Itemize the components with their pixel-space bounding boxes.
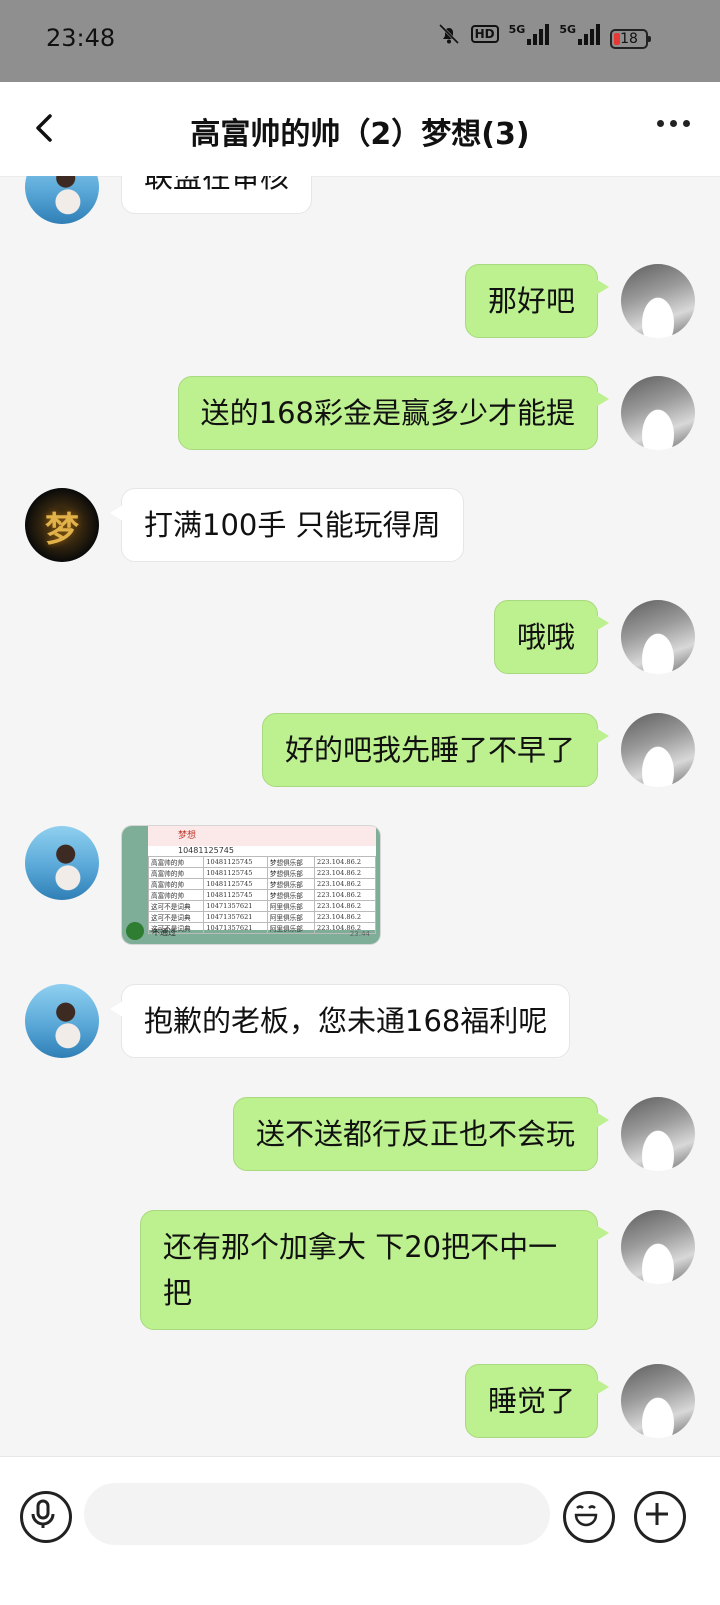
message-text: 哦哦: [516, 620, 575, 654]
screenshot-table-row: 这可不是词典 10471357621 阿里俱乐部 223.104.86.2: [147, 900, 376, 912]
message-bubble[interactable]: 送不送都行反正也不会玩: [232, 1097, 610, 1171]
screenshot-table-row: 高富帅的帅 10481125745 梦想俱乐部 223.104.86.2: [147, 878, 376, 890]
screenshot-header: 梦想: [148, 826, 376, 846]
message-text: 联盟在审核: [144, 176, 290, 194]
message-bubble[interactable]: 抱歉的老板，您未通168福利呢: [109, 984, 571, 1058]
screenshot-table-row: 高富帅的帅 10481125745 梦想俱乐部 223.104.86.2: [147, 856, 376, 868]
screenshot-table-cell: 223.104.86.2: [314, 878, 376, 890]
avatar[interactable]: [25, 984, 99, 1058]
screenshot-table-cell: 10471357621: [203, 922, 268, 934]
message-bubble[interactable]: 送的168彩金是赢多少才能提: [177, 376, 610, 450]
network-type-1: 5G: [508, 23, 526, 36]
screenshot-table-row: 这可不是词典 10471357621 阿里俱乐部 223.104.86.2: [147, 911, 376, 923]
avatar[interactable]: [621, 1364, 695, 1438]
signal-icon-2: [578, 23, 600, 45]
screenshot-table-cell: 10481125745: [203, 856, 268, 868]
screenshot-table-cell: 高富帅的帅: [147, 889, 205, 901]
screenshot-table-cell: 梦想俱乐部: [266, 889, 316, 901]
screenshot-table-cell: 10471357621: [203, 900, 268, 912]
screenshot-table-cell: 高富帅的帅: [147, 878, 205, 890]
message-text: 抱歉的老板，您未通168福利呢: [144, 1004, 548, 1038]
message-bubble[interactable]: 那好吧: [464, 264, 610, 338]
screenshot-table-cell: 阿里俱乐部: [266, 922, 316, 934]
screenshot-table-row: 高富帅的帅 10481125745 梦想俱乐部 223.104.86.2: [147, 867, 376, 879]
status-bar: 23:48 HD 5G 5G 18: [0, 0, 720, 82]
message-bubble[interactable]: 哦哦: [493, 600, 610, 674]
screenshot-id: 10481125745: [178, 846, 234, 855]
microphone-icon[interactable]: [20, 1491, 72, 1543]
avatar[interactable]: [621, 264, 695, 338]
screenshot-table-cell: 223.104.86.2: [314, 900, 376, 912]
more-dots-icon[interactable]: [657, 120, 690, 127]
chat-title: 高富帅的帅（2）梦想(3): [190, 117, 530, 152]
screenshot-table-cell: 223.104.86.2: [314, 911, 376, 923]
screenshot-table-row: 这可不是词典 10471357621 阿里俱乐部 223.104.86.2: [147, 922, 376, 934]
network-type-2: 5G: [559, 23, 576, 36]
screenshot-time: 23:44: [349, 930, 370, 938]
screenshot-table-cell: 10471357621: [203, 911, 268, 923]
message-text: 送不送都行反正也不会玩: [255, 1117, 575, 1151]
avatar[interactable]: [621, 376, 695, 450]
screenshot-footer: 不通过: [152, 928, 176, 937]
screenshot-table-cell: 高富帅的帅: [147, 867, 205, 879]
message-bubble[interactable]: 联盟在审核: [121, 176, 313, 214]
avatar[interactable]: [621, 600, 695, 674]
message-bubble[interactable]: 还有那个加拿大 下20把不中一把: [140, 1210, 609, 1330]
screenshot-table-cell: 10481125745: [203, 889, 268, 901]
avatar[interactable]: [621, 713, 695, 787]
battery-level: 18: [620, 31, 638, 47]
message-list[interactable]: 联盟在审核 那好吧 送的168彩金是赢多少才能提 梦 打满100手 只能玩得周 …: [0, 176, 720, 1456]
plus-icon[interactable]: [634, 1491, 686, 1543]
chat-header: 高富帅的帅（2）梦想(3): [0, 82, 720, 177]
battery-icon: 18: [610, 29, 651, 49]
bell-muted-icon: [438, 23, 459, 45]
message-bubble[interactable]: 睡觉了: [464, 1364, 610, 1438]
message-text: 还有那个加拿大 下20把不中一把: [163, 1230, 558, 1310]
image-message[interactable]: 梦想 10481125745 高富帅的帅 10481125745 梦想俱乐部 223.…: [122, 826, 380, 944]
message-text: 睡觉了: [487, 1384, 575, 1418]
bot-icon: [126, 922, 144, 940]
screenshot-table-cell: 梦想俱乐部: [266, 878, 316, 890]
status-time: 23:48: [46, 24, 116, 52]
message-text: 那好吧: [487, 284, 575, 318]
screenshot-table-cell: 10481125745: [203, 867, 268, 879]
message-bubble[interactable]: 打满100手 只能玩得周: [110, 488, 464, 562]
screenshot-table-cell: 这可不是词典: [147, 911, 205, 923]
avatar[interactable]: [25, 176, 99, 224]
screenshot-table-cell: 223.104.86.2: [314, 867, 376, 879]
message-text: 打满100手 只能玩得周: [144, 508, 441, 542]
message-text: 送的168彩金是赢多少才能提: [200, 396, 575, 430]
screenshot-table: 高富帅的帅 10481125745 梦想俱乐部 223.104.86.2 高富帅的帅 10…: [147, 856, 376, 934]
screenshot-document: 梦想 10481125745 高富帅的帅 10481125745 梦想俱乐部 223.…: [147, 826, 376, 934]
message-bubble[interactable]: 好的吧我先睡了不早了: [261, 713, 610, 787]
screenshot-table-cell: 阿里俱乐部: [266, 900, 316, 912]
avatar[interactable]: [621, 1097, 695, 1171]
screenshot-table-cell: 223.104.86.2: [314, 889, 376, 901]
screenshot-table-cell: 梦想俱乐部: [266, 867, 316, 879]
screenshot-table-cell: 阿里俱乐部: [266, 911, 316, 923]
message-input[interactable]: [84, 1483, 550, 1545]
screenshot-table-row: 高富帅的帅 10481125745 梦想俱乐部 223.104.86.2: [147, 889, 376, 901]
avatar[interactable]: 梦: [25, 488, 99, 562]
status-icons: HD 5G 5G: [437, 22, 600, 46]
screenshot-table-cell: 10481125745: [203, 878, 268, 890]
signal-icon: [527, 23, 550, 45]
screenshot-table-cell: 高富帅的帅: [147, 856, 205, 868]
input-bar: [0, 1456, 720, 1605]
message-text: 好的吧我先睡了不早了: [284, 733, 575, 767]
screenshot-table-cell: 这可不是词典: [147, 900, 205, 912]
screenshot-table-cell: 梦想俱乐部: [266, 856, 316, 868]
avatar[interactable]: [25, 826, 99, 900]
screenshot-table-cell: 223.104.86.2: [314, 856, 376, 868]
emoji-icon[interactable]: [563, 1491, 615, 1543]
avatar[interactable]: [621, 1210, 695, 1284]
hd-icon: HD: [470, 25, 499, 43]
